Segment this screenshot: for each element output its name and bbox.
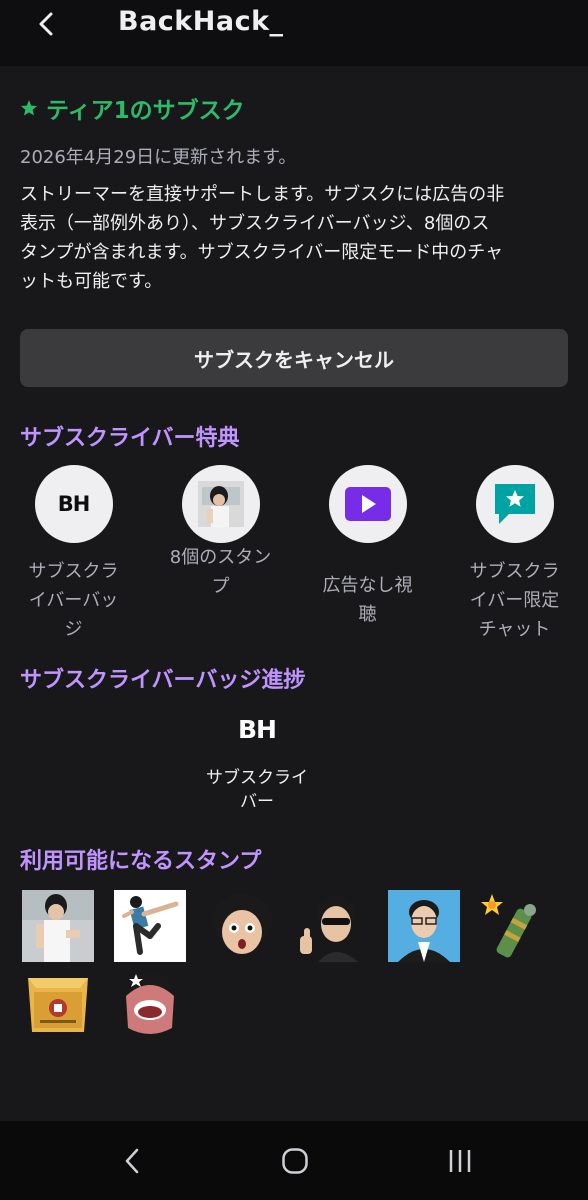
emote-preview-icon bbox=[181, 465, 260, 543]
label-line: チャット bbox=[478, 619, 551, 640]
home-icon bbox=[282, 1148, 308, 1174]
emote-4[interactable] bbox=[296, 890, 368, 962]
emote-1[interactable] bbox=[22, 890, 94, 962]
recents-icon bbox=[449, 1150, 471, 1172]
emote-3[interactable] bbox=[206, 890, 278, 962]
channel-name: BackHack_ bbox=[118, 6, 284, 37]
tier-description: ストリーマーを直接サポートします。サブスクには広告の非 表示（一部例外あり）、サ… bbox=[20, 180, 568, 296]
label-line: 8個のスタン bbox=[169, 547, 272, 568]
benefit-label: サブスクラ イバー限定 チャット bbox=[459, 557, 571, 644]
badge-progress-item: BH サブスクライ バー bbox=[194, 708, 320, 814]
benefit-sub-chat: サブスクラ イバー限定 チャット bbox=[441, 465, 588, 644]
tier-title: ティア1のサブスク bbox=[46, 98, 245, 124]
bh-badge-icon: BH bbox=[238, 715, 277, 744]
label-line: プ bbox=[211, 576, 230, 597]
label-line: サブスクラ bbox=[469, 561, 560, 582]
benefits-row: BH サブスクラ イバーバッ ジ 8個のスタン プ 広告なし視 聴 サブスクラ … bbox=[0, 465, 588, 645]
nav-home-button[interactable] bbox=[273, 1139, 317, 1183]
benefit-label: 8個のスタン プ bbox=[161, 543, 281, 601]
chevron-left-icon bbox=[39, 12, 53, 36]
cancel-subscription-button[interactable]: サブスクをキャンセル bbox=[20, 329, 568, 387]
label-line: バー bbox=[240, 792, 274, 812]
label-line: サブスクラ bbox=[28, 561, 119, 582]
emote-6[interactable] bbox=[478, 890, 550, 962]
benefits-heading: サブスクライバー特典 bbox=[20, 426, 240, 451]
description-line: 表示（一部例外あり）、サブスクライバーバッジ、8個のス bbox=[20, 213, 490, 234]
badge-progress-heading: サブスクライバーバッジ進捗 bbox=[20, 668, 306, 693]
benefit-label: サブスクラ イバーバッ ジ bbox=[18, 557, 130, 644]
emote-7[interactable] bbox=[22, 966, 94, 1038]
play-icon bbox=[328, 465, 407, 543]
description-line: ットも可能です。 bbox=[20, 271, 163, 292]
label-line: サブスクライ bbox=[206, 768, 308, 788]
emote-8[interactable] bbox=[114, 966, 186, 1038]
subscription-page: BackHack_ ティア1のサブスク 2026年4月29日に更新されます。 ス… bbox=[0, 0, 588, 1200]
benefit-label: 広告なし視 聴 bbox=[312, 571, 424, 629]
badge-label: サブスクライ バー bbox=[194, 766, 320, 814]
description-line: ストリーマーを直接サポートします。サブスクには広告の非 bbox=[20, 184, 505, 205]
emote-2[interactable] bbox=[114, 890, 186, 962]
nav-recents-button[interactable] bbox=[438, 1139, 482, 1183]
top-app-bar: BackHack_ bbox=[0, 0, 588, 66]
chevron-left-icon bbox=[125, 1148, 139, 1174]
renewal-date-text: 2026年4月29日に更新されます。 bbox=[20, 147, 297, 168]
label-line: イバー限定 bbox=[469, 590, 560, 611]
bh-badge-icon: BH bbox=[34, 465, 113, 543]
description-line: タンプが含まれます。サブスクライバー限定モード中のチャ bbox=[20, 242, 504, 263]
tier-heading: ティア1のサブスク bbox=[20, 91, 245, 125]
label-line: ジ bbox=[64, 619, 83, 640]
star-chat-icon bbox=[475, 465, 554, 543]
emotes-heading: 利用可能になるスタンプ bbox=[20, 849, 262, 874]
back-button[interactable] bbox=[26, 4, 66, 44]
label-line: 聴 bbox=[358, 604, 377, 625]
label-line: 広告なし視 bbox=[322, 575, 413, 596]
bh-logo: BH bbox=[57, 492, 91, 516]
emote-5[interactable] bbox=[388, 890, 460, 962]
benefit-badge: BH サブスクラ イバーバッ ジ bbox=[0, 465, 147, 644]
benefit-emotes: 8個のスタン プ bbox=[147, 465, 294, 601]
label-line: イバーバッ bbox=[28, 590, 119, 611]
star-icon bbox=[20, 100, 38, 116]
system-navigation-bar bbox=[0, 1121, 588, 1200]
nav-back-button[interactable] bbox=[110, 1139, 154, 1183]
benefit-ad-free: 広告なし視 聴 bbox=[294, 465, 441, 629]
